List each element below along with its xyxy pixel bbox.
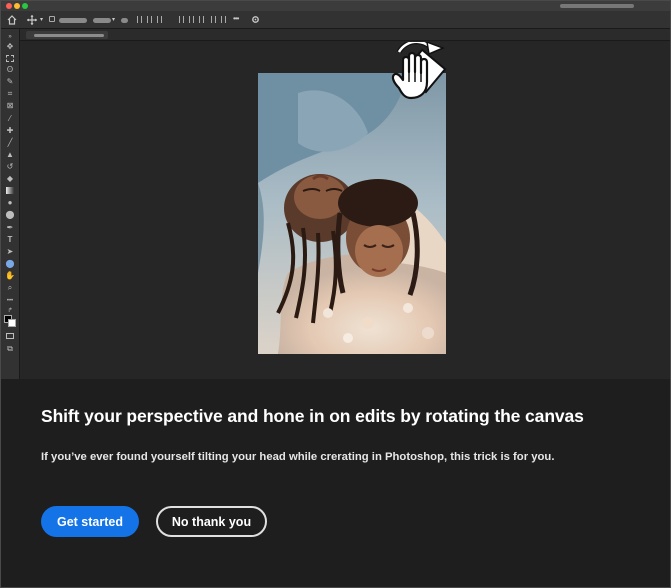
distribute-icon[interactable] [211, 16, 216, 23]
blur-tool-icon[interactable]: ● [5, 199, 15, 207]
canvas-photo [258, 73, 446, 354]
screen-mode-icon[interactable]: ⧉ [5, 345, 15, 353]
history-brush-tool-icon[interactable]: ↺ [5, 163, 15, 171]
title-bar [1, 1, 670, 11]
onboarding-panel: Shift your perspective and hone in on ed… [1, 379, 670, 587]
zoom-tool-icon[interactable]: ⌕ [5, 284, 15, 292]
align-center-icon[interactable] [147, 16, 152, 23]
align-left-icon[interactable] [137, 16, 142, 23]
eraser-tool-icon[interactable]: ◆ [5, 175, 15, 183]
document-tab-label-placeholder [34, 34, 104, 37]
eyedropper-tool-icon[interactable]: ⁄ [5, 115, 15, 123]
home-icon[interactable] [7, 15, 17, 25]
tools-panel: » ✥ ʘ ✎ ⌗ ⊠ ⁄ ✚ ╱ ▲ ↺ ◆ ● ⬤ ✒ T ➤ ⬤ ✋ ⌕ … [1, 29, 20, 379]
dodge-tool-icon[interactable]: ⬤ [5, 211, 15, 219]
get-started-button[interactable]: Get started [41, 506, 139, 537]
more-options-icon[interactable]: ••• [233, 14, 239, 24]
frame-tool-icon[interactable]: ⊠ [5, 102, 15, 110]
panel-collapse-icon[interactable]: » [5, 33, 15, 41]
align-right-icon[interactable] [157, 16, 162, 23]
align-middle-icon[interactable] [189, 16, 194, 23]
chevron-down-icon[interactable]: ▾ [112, 15, 115, 25]
background-color-swatch[interactable] [8, 319, 16, 327]
close-window-button[interactable] [6, 3, 12, 9]
clone-stamp-tool-icon[interactable]: ▲ [5, 151, 15, 159]
transform-controls-toggle[interactable] [121, 18, 128, 23]
auto-select-checkbox[interactable] [49, 16, 55, 22]
align-bottom-icon[interactable] [199, 16, 204, 23]
rotate-view-cursor-icon [391, 42, 447, 100]
gradient-tool-icon[interactable] [6, 187, 14, 194]
gear-icon[interactable] [251, 15, 260, 24]
path-selection-tool-icon[interactable]: ➤ [5, 248, 15, 256]
window-title-placeholder [560, 4, 634, 8]
shape-tool-icon[interactable]: ⬤ [5, 260, 15, 268]
move-tool-icon[interactable] [27, 15, 37, 25]
distribute-icon[interactable] [221, 16, 226, 23]
align-top-icon[interactable] [179, 16, 184, 23]
document-tab[interactable] [26, 31, 108, 39]
marquee-tool-icon[interactable] [6, 55, 14, 62]
photoshop-window: ▾ ▾ ••• » ✥ ʘ ✎ ⌗ ⊠ ⁄ ✚ ╱ ▲ ↺ ◆ ● ⬤ ✒ T … [0, 0, 671, 588]
pen-tool-icon[interactable]: ✒ [5, 224, 15, 232]
brush-tool-icon[interactable]: ╱ [5, 139, 15, 147]
type-tool-icon[interactable]: T [5, 236, 15, 244]
lasso-tool-icon[interactable]: ʘ [5, 66, 15, 74]
chevron-down-icon[interactable]: ▾ [40, 15, 43, 25]
zoom-window-button[interactable] [22, 3, 28, 9]
crop-tool-icon[interactable]: ⌗ [5, 90, 15, 98]
options-bar: ▾ ▾ ••• [1, 11, 670, 29]
swap-colors-icon[interactable]: ↱ [5, 307, 15, 315]
quick-select-tool-icon[interactable]: ✎ [5, 78, 15, 86]
quick-mask-icon[interactable] [6, 333, 14, 339]
document-tab-bar [20, 29, 670, 41]
hand-tool-icon[interactable]: ✋ [5, 272, 15, 280]
minimize-window-button[interactable] [14, 3, 20, 9]
healing-brush-tool-icon[interactable]: ✚ [5, 127, 15, 135]
document-canvas[interactable] [20, 42, 670, 379]
onboarding-description: If you’ve ever found yourself tilting yo… [41, 451, 555, 463]
photo-illustration [258, 73, 446, 354]
auto-select-dropdown[interactable] [59, 18, 87, 23]
move-tool-icon[interactable]: ✥ [5, 43, 15, 51]
onboarding-title: Shift your perspective and hone in on ed… [41, 406, 584, 426]
more-tools-icon[interactable]: ••• [5, 297, 15, 305]
layer-dropdown[interactable] [93, 18, 111, 23]
no-thank-you-button[interactable]: No thank you [156, 506, 267, 537]
